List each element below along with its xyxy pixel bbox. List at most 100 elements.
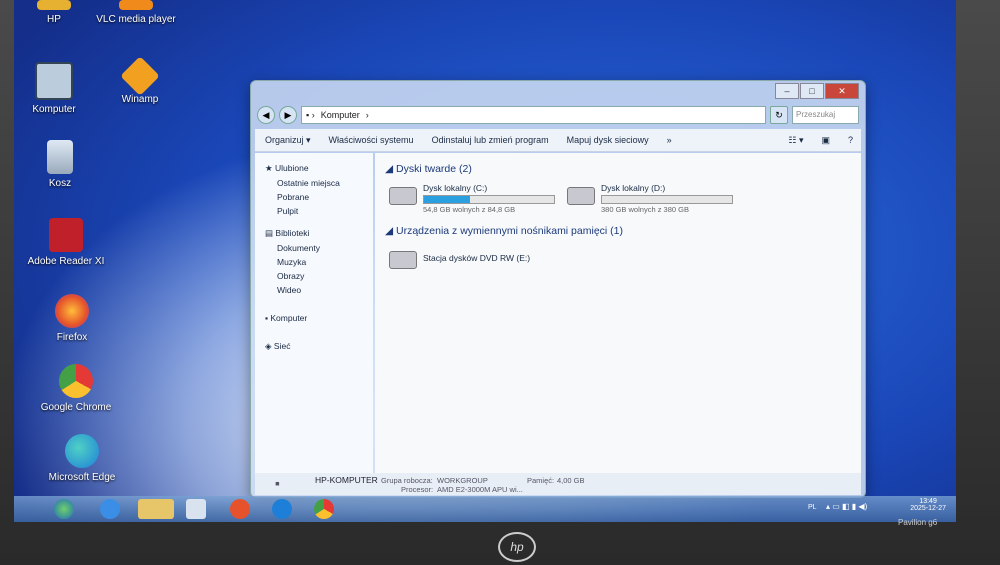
winamp-icon <box>120 56 160 96</box>
desktop-icon-hp[interactable]: HP <box>14 0 94 25</box>
drive-usage-fill <box>424 196 470 203</box>
model-label: Pavilion g6 <box>898 518 938 527</box>
desktop-icon-edge[interactable]: Microsoft Edge <box>42 434 122 483</box>
ie-icon[interactable] <box>100 499 120 519</box>
group-header-hdd[interactable]: ◢ Dyski twarde (2) <box>385 163 472 175</box>
drive-usage-bar <box>601 195 733 204</box>
drive-free-space: 54,8 GB wolnych z 84,8 GB <box>423 205 516 214</box>
clock-date: 2025-12-27 <box>910 505 946 512</box>
firefox-taskbar-icon[interactable] <box>230 499 250 519</box>
memory-label: Pamięć: <box>527 476 555 485</box>
icon-label: Adobe Reader XI <box>27 256 105 267</box>
group-label: Dyski twarde (2) <box>396 163 472 175</box>
nav-music[interactable]: Muzyka <box>255 255 373 269</box>
recycle-bin-icon <box>47 140 73 174</box>
start-button[interactable] <box>54 499 74 519</box>
dvd-drive-icon <box>389 251 417 269</box>
group-label: Urządzenia z wymiennymi nośnikami pamięc… <box>396 225 623 237</box>
chrome-taskbar-icon[interactable] <box>314 499 334 519</box>
icon-label: Komputer <box>32 104 76 115</box>
refresh-button[interactable]: ↻ <box>770 106 788 124</box>
icon-label: VLC media player <box>96 14 176 25</box>
desktop-icon-vlc[interactable]: VLC media player <box>96 0 176 25</box>
nav-desktop[interactable]: Pulpit <box>255 204 373 218</box>
workgroup-value: WORKGROUP <box>437 476 488 485</box>
desktop-icon-chrome[interactable]: Google Chrome <box>36 364 116 413</box>
nav-computer[interactable]: ▪ Komputer <box>255 311 373 325</box>
computer-name: HP-KOMPUTER <box>315 475 378 485</box>
drive-name: Dysk lokalny (C:) <box>423 183 488 193</box>
preview-pane-icon[interactable]: ▣ <box>821 135 830 146</box>
clock[interactable]: 13:49 2025-12-27 <box>910 498 946 512</box>
nav-recent-places[interactable]: Ostatnie miejsca <box>255 176 373 190</box>
nav-label: Komputer <box>270 313 308 323</box>
more-button[interactable]: » <box>667 135 672 145</box>
nav-label: Ulubione <box>275 163 309 173</box>
title-bar[interactable]: – □ ✕ <box>251 81 865 101</box>
drive-usage-bar <box>423 195 555 204</box>
desktop-icon-firefox[interactable]: Firefox <box>32 294 112 343</box>
nav-videos[interactable]: Wideo <box>255 283 373 297</box>
group-header-removable[interactable]: ◢ Urządzenia z wymiennymi nośnikami pami… <box>385 225 623 237</box>
hard-drive-icon <box>567 187 595 205</box>
desktop-icon-adobe-reader[interactable]: Adobe Reader XI <box>26 218 106 267</box>
network-icon: ◈ <box>265 341 272 351</box>
help-icon[interactable]: ? <box>848 135 853 145</box>
taskbar: PL ▴ ▭ ◧ ▮ ◀) 13:49 2025-12-27 <box>14 496 956 522</box>
workgroup-label: Grupa robocza: <box>381 476 433 485</box>
icon-label: Kosz <box>48 178 72 189</box>
nav-network[interactable]: ◈ Sieć <box>255 339 373 354</box>
organize-button[interactable]: Organizuj ▾ <box>265 135 311 146</box>
icon-label: Winamp <box>121 94 159 105</box>
forward-button[interactable]: ▶ <box>279 106 297 124</box>
adobe-reader-icon <box>49 218 83 252</box>
back-button[interactable]: ◀ <box>257 106 275 124</box>
computer-icon: ▪ <box>265 313 269 323</box>
system-properties-button[interactable]: Właściwości systemu <box>329 135 414 145</box>
explorer-window: – □ ✕ ◀ ▶ ▪ › Komputer › ↻ Przeszukaj Or… <box>250 80 866 498</box>
language-indicator[interactable]: PL <box>808 504 817 511</box>
cpu-value: AMD E2-3000M APU wi... <box>437 485 523 494</box>
computer-icon <box>35 62 73 100</box>
file-explorer-taskbar-icon[interactable] <box>138 499 174 519</box>
command-bar: Organizuj ▾ Właściwości systemu Odinstal… <box>255 129 861 152</box>
desktop-icon-kosz[interactable]: Kosz <box>20 140 100 189</box>
uninstall-program-button[interactable]: Odinstaluj lub zmień program <box>432 135 549 145</box>
file-list: ◢ Dyski twarde (2) Dysk lokalny (C:) 54,… <box>375 153 861 473</box>
nav-documents[interactable]: Dokumenty <box>255 241 373 255</box>
search-input[interactable]: Przeszukaj <box>792 106 859 124</box>
minimize-button[interactable]: – <box>775 83 799 99</box>
clock-time: 13:49 <box>919 498 937 505</box>
navigation-pane: ★ Ulubione Ostatnie miejsca Pobrane Pulp… <box>255 153 373 473</box>
tray-icons[interactable]: ▴ ▭ ◧ ▮ ◀) <box>826 502 867 511</box>
nav-favorites[interactable]: ★ Ulubione <box>255 161 373 176</box>
breadcrumb-komputer[interactable]: Komputer <box>321 107 360 123</box>
vlc-icon <box>119 0 153 10</box>
desktop-icon-komputer[interactable]: Komputer <box>14 62 94 115</box>
cpu-label: Procesor: <box>401 485 434 494</box>
address-bar-row: ◀ ▶ ▪ › Komputer › ↻ Przeszukaj <box>257 105 859 125</box>
memory-value: 4,00 GB <box>557 476 585 485</box>
nav-libraries[interactable]: ▤ Biblioteki <box>255 226 373 241</box>
icon-label: Firefox <box>56 332 88 343</box>
hp-logo: hp <box>498 532 536 562</box>
firefox-icon <box>55 294 89 328</box>
star-icon: ★ <box>265 163 273 173</box>
nav-pictures[interactable]: Obrazy <box>255 269 373 283</box>
chrome-icon <box>59 364 93 398</box>
nav-downloads[interactable]: Pobrane <box>255 190 373 204</box>
search-placeholder: Przeszukaj <box>796 110 836 119</box>
media-player-icon[interactable] <box>186 499 206 519</box>
maximize-button[interactable]: □ <box>800 83 824 99</box>
edge-taskbar-icon[interactable] <box>272 499 292 519</box>
close-button[interactable]: ✕ <box>825 83 859 99</box>
address-bar[interactable]: ▪ › Komputer › <box>301 106 766 124</box>
drive-name: Stacja dysków DVD RW (E:) <box>423 253 531 263</box>
desktop-icon-winamp[interactable]: Winamp <box>100 56 180 105</box>
nav-label: Sieć <box>273 341 291 351</box>
icon-label: Microsoft Edge <box>48 472 116 483</box>
map-network-drive-button[interactable]: Mapuj dysk sieciowy <box>567 135 649 145</box>
hp-icon <box>37 0 71 10</box>
nav-label: Biblioteki <box>275 228 310 238</box>
view-options-icon[interactable]: ☷ ▾ <box>788 135 803 146</box>
